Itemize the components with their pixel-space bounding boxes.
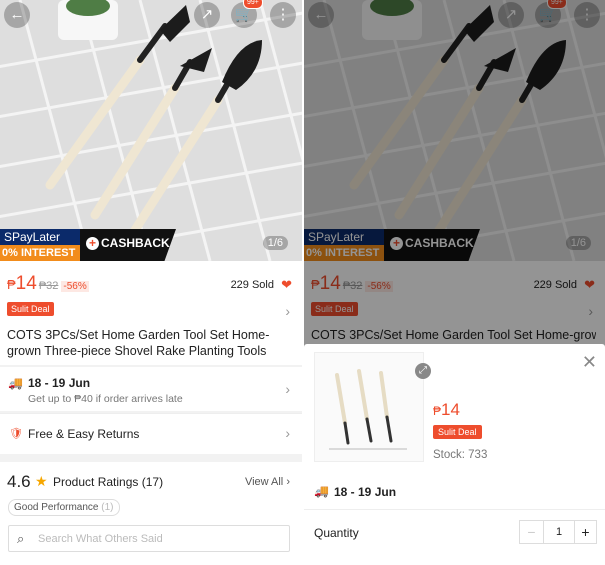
price: ₱14 ₱32 -56% [7, 273, 89, 295]
product-title: COTS 3PCs/Set Home Garden Tool Set Home-… [7, 328, 270, 358]
back-arrow-icon[interactable]: ← [4, 2, 30, 28]
cart-count-badge: 99+ [243, 0, 263, 9]
interest-label: 0% INTEREST [0, 245, 80, 261]
zoom-icon[interactable]: ⤢ [415, 363, 431, 379]
ratings-label: Product Ratings [53, 475, 139, 489]
returns-row[interactable]: 🛡 Free & Easy Returns › [0, 414, 302, 454]
quantity-label: Quantity [314, 526, 359, 540]
product-image[interactable] [0, 0, 302, 261]
quantity-increase-button[interactable]: + [574, 521, 596, 543]
cart-icon[interactable]: 🛒 99+ [231, 0, 263, 28]
plus-icon: + [86, 237, 99, 250]
product-detail-with-sheet: ← ↗ 🛒 99+ ⋮ SPayLater 0% INTEREST + CASHBA… [304, 0, 605, 565]
sulit-deal-badge[interactable]: Sulit Deal [7, 302, 54, 316]
view-all-label: View All [244, 476, 284, 488]
stock-count: Stock: 733 [433, 449, 488, 461]
image-counter: 1/6 [262, 236, 288, 250]
sheet-shipping-date: 18 - 19 Jun [334, 485, 397, 499]
truck-icon: 🚚 [8, 376, 23, 390]
search-placeholder: Search What Others Said [38, 533, 163, 545]
search-icon: ⌕ [17, 531, 25, 546]
close-icon[interactable]: ✕ [582, 352, 597, 373]
ratings-title: Product Ratings (17) [53, 475, 163, 489]
quantity-stepper: − 1 + [519, 520, 597, 544]
star-icon: ★ [35, 473, 48, 489]
cashback-label: + CASHBACK [86, 236, 170, 250]
shipping-guarantee: Get up to ₱40 if order arrives late [28, 393, 183, 405]
rating-score: 4.6 [7, 472, 31, 491]
quantity-decrease-button[interactable]: − [520, 521, 544, 543]
spaylater-label: SPayLater [4, 230, 61, 244]
view-all-link[interactable]: View All › [245, 476, 290, 488]
price-card: ₱14 ₱32 -56% 229 Sold ❤ Sulit Deal › COTS … [0, 261, 302, 365]
sold-count: 229 Sold [230, 279, 274, 291]
price-currency: ₱ [7, 277, 16, 292]
discount-badge: -56% [61, 281, 89, 292]
old-price: ₱32 [38, 280, 59, 292]
rating-tag[interactable]: Good Performance (1) [8, 499, 120, 516]
rating-tag-count: (1) [101, 502, 114, 513]
price-value: 14 [15, 273, 37, 294]
sheet-price-value: 14 [441, 400, 460, 419]
review-search-input[interactable]: ⌕ Search What Others Said [8, 525, 290, 552]
truck-icon: 🚚 [314, 484, 329, 498]
promo-banner[interactable]: SPayLater 0% INTEREST + CASHBACK [0, 229, 176, 261]
variation-bottom-sheet: ⤢ ✕ ₱14 Sulit Deal Stock: 733 🚚 18 - 19 … [304, 344, 605, 565]
shipping-date: 18 - 19 Jun [28, 376, 91, 390]
quantity-value[interactable]: 1 [544, 521, 574, 543]
sheet-price: ₱14 [433, 400, 460, 420]
product-detail-screen: ← ↗ 🛒 99+ ⋮ SPayLater 0% INTEREST + CASHBA… [0, 0, 302, 565]
shipping-row[interactable]: 🚚 18 - 19 Jun Get up to ₱40 if order arr… [0, 367, 302, 411]
cashback-text: CASHBACK [101, 236, 170, 250]
ratings-card: 4.6 ★ Product Ratings (17) View All › Go… [0, 462, 302, 565]
chevron-right-icon[interactable]: › [285, 303, 290, 319]
chevron-right-icon: › [285, 425, 290, 441]
ratings-count: (17) [141, 475, 164, 489]
sheet-price-currency: ₱ [433, 404, 442, 418]
share-icon[interactable]: ↗ [194, 2, 220, 28]
shield-icon: 🛡 [9, 428, 23, 440]
rating-tag-label: Good Performance [14, 502, 99, 513]
sheet-sulit-deal-badge: Sulit Deal [433, 425, 482, 439]
divider [304, 509, 605, 510]
variation-thumbnail[interactable]: ⤢ [314, 352, 431, 462]
returns-label: Free & Easy Returns [28, 427, 140, 441]
more-icon[interactable]: ⋮ [270, 2, 296, 28]
chevron-right-icon: › [285, 381, 290, 397]
heart-icon[interactable]: ❤ [281, 277, 292, 293]
